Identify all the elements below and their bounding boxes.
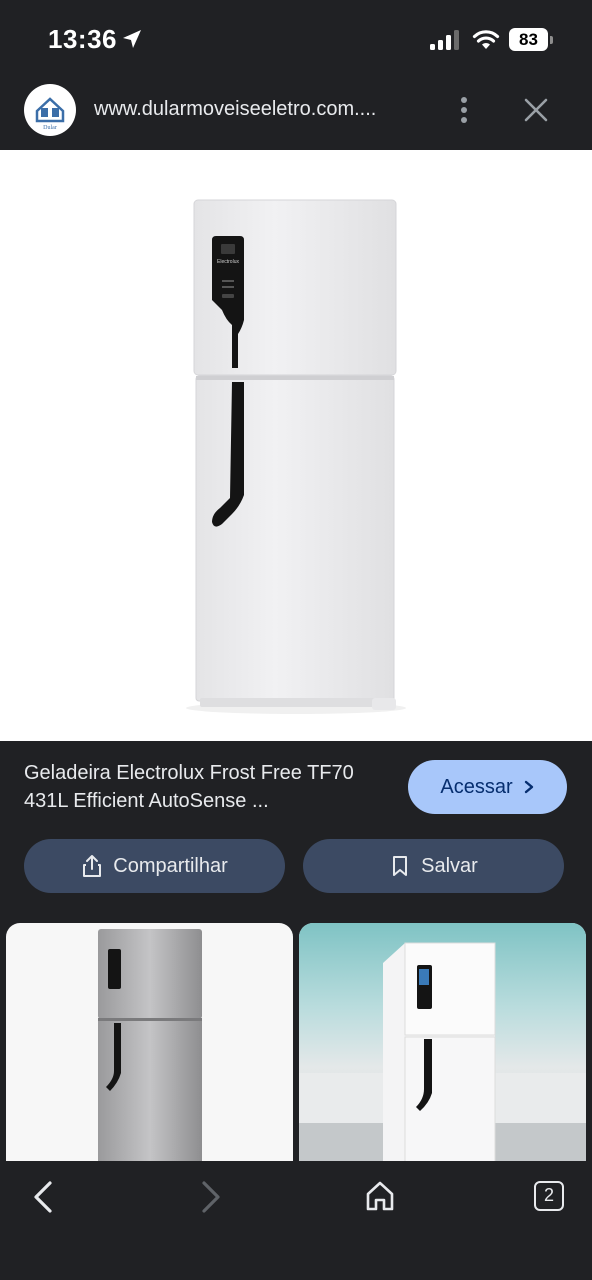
cellular-signal-icon bbox=[430, 30, 459, 50]
bottom-navigation: 2 bbox=[0, 1161, 592, 1280]
back-arrow-icon[interactable] bbox=[28, 1179, 58, 1215]
home-icon[interactable] bbox=[364, 1179, 396, 1213]
battery-tip bbox=[550, 36, 553, 44]
panel-brand-text: Electrolux bbox=[217, 259, 239, 265]
product-image[interactable]: Electrolux bbox=[0, 150, 592, 741]
location-arrow-icon bbox=[123, 30, 141, 48]
share-icon bbox=[83, 855, 102, 877]
site-logo-text: Dular bbox=[43, 125, 57, 131]
related-image-white-fridge-kitchen[interactable] bbox=[299, 923, 586, 1163]
close-icon[interactable] bbox=[522, 96, 550, 124]
save-button[interactable]: Salvar bbox=[303, 839, 564, 893]
status-time: 13:36 bbox=[48, 24, 117, 54]
silver-refrigerator-image bbox=[98, 929, 202, 1163]
site-logo-icon: Dular bbox=[35, 97, 65, 131]
product-title[interactable]: Geladeira Electrolux Frost Free TF70 431… bbox=[24, 759, 384, 815]
url-text[interactable]: www.dularmoveiseeletro.com.... bbox=[94, 98, 424, 121]
more-options-icon[interactable] bbox=[450, 92, 478, 128]
tabs-count-button[interactable]: 2 bbox=[534, 1181, 564, 1211]
status-bar: 13:36 83 bbox=[0, 0, 592, 76]
related-image-silver-fridge[interactable] bbox=[6, 923, 293, 1163]
access-button[interactable]: Acessar bbox=[408, 760, 567, 814]
bookmark-icon bbox=[393, 856, 408, 876]
share-button-label: Compartilhar bbox=[113, 854, 228, 877]
access-button-label: Acessar bbox=[440, 775, 513, 798]
wifi-icon bbox=[472, 30, 500, 49]
product-info-panel: Geladeira Electrolux Frost Free TF70 431… bbox=[0, 741, 592, 923]
chevron-right-icon bbox=[524, 780, 533, 794]
site-logo[interactable]: Dular bbox=[24, 84, 76, 136]
share-button[interactable]: Compartilhar bbox=[24, 839, 285, 893]
refrigerator-image: Electrolux bbox=[186, 199, 406, 714]
related-images bbox=[0, 923, 592, 1163]
battery-indicator: 83 bbox=[509, 28, 553, 52]
url-bar: Dular www.dularmoveiseeletro.com.... bbox=[0, 76, 592, 150]
white-refrigerator-kitchen-image bbox=[299, 923, 586, 1163]
battery-level: 83 bbox=[509, 28, 548, 51]
save-button-label: Salvar bbox=[421, 854, 478, 877]
forward-arrow-icon[interactable] bbox=[196, 1179, 226, 1215]
